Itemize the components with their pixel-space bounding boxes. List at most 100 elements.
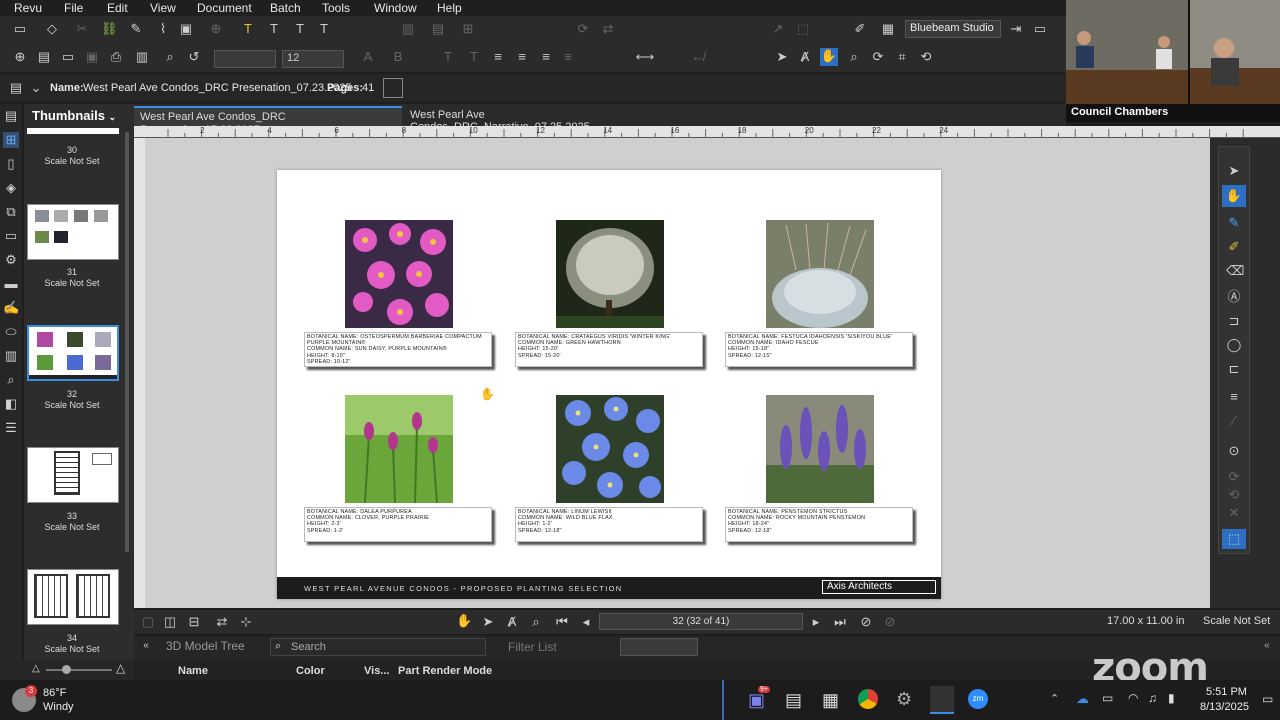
spaces-icon[interactable]: ⬭: [3, 324, 19, 340]
callout-icon[interactable]: T: [316, 21, 332, 37]
clock-date[interactable]: 8/13/2025: [1200, 701, 1249, 713]
menu-window[interactable]: Window: [374, 1, 417, 15]
list-icon[interactable]: ☰: [3, 420, 19, 436]
chart-icon[interactable]: ▦: [880, 21, 896, 37]
refresh-icon[interactable]: ⟳: [870, 49, 886, 65]
markups-list-icon[interactable]: ▥: [3, 348, 19, 364]
sync-icon[interactable]: ⇄: [214, 614, 230, 630]
tray-chevron-icon[interactable]: ⌃: [1050, 692, 1059, 705]
studio-dropdown[interactable]: Bluebeam Studio: [905, 20, 1001, 38]
chrome-icon[interactable]: [858, 689, 878, 709]
properties-icon[interactable]: ◧: [3, 396, 19, 412]
redo-tool-icon[interactable]: ⟲: [1226, 487, 1242, 503]
crop-icon[interactable]: ⌗: [894, 49, 910, 65]
line-style-icon[interactable]: ⟷: [622, 49, 668, 65]
menu-tools[interactable]: Tools: [322, 1, 350, 15]
highlight-text-icon[interactable]: T: [240, 21, 256, 37]
tab-presentation[interactable]: West Pearl Ave Condos_DRC Presenation_07…: [134, 106, 402, 136]
calculator-icon[interactable]: ▦: [822, 690, 839, 711]
tab-narrative[interactable]: West Pearl Ave Condos_DRC_Narrative_07.2…: [404, 106, 644, 133]
column-render-mode[interactable]: Part Render Mode: [398, 665, 492, 677]
volume-icon[interactable]: ♫: [1148, 691, 1157, 705]
share-icon[interactable]: ▭: [1032, 21, 1048, 37]
shape-icon[interactable]: ◇: [44, 21, 60, 37]
split-horizontal-icon[interactable]: ⊟: [186, 614, 202, 630]
select-icon[interactable]: ➤: [774, 49, 790, 65]
zoom-icon[interactable]: ⌕: [846, 49, 862, 65]
measure-icon[interactable]: ↗: [770, 21, 786, 37]
font-size-select[interactable]: 12: [282, 50, 344, 68]
wifi-icon[interactable]: ◠: [1128, 691, 1138, 705]
color-swatch[interactable]: [383, 78, 403, 98]
note-tool-icon[interactable]: ⊏: [1226, 361, 1242, 377]
settings-gear-icon[interactable]: ⚙: [896, 689, 912, 710]
pen-tool-icon[interactable]: ✎: [1226, 215, 1242, 231]
rotate-tool-icon[interactable]: ⟳: [1226, 469, 1242, 485]
text-icon[interactable]: T: [266, 21, 282, 37]
menu-view[interactable]: View: [150, 1, 176, 15]
menu-batch[interactable]: Batch: [270, 1, 301, 15]
file-explorer-icon[interactable]: ▤: [785, 690, 802, 711]
save-as-icon[interactable]: ▣: [84, 49, 100, 65]
thumbnails-icon[interactable]: ⊞: [3, 132, 19, 148]
font-color-icon[interactable]: A: [360, 49, 376, 65]
network-icon[interactable]: ▭: [1102, 691, 1113, 705]
measurements-icon[interactable]: ▬: [3, 276, 19, 292]
pan-hand-icon[interactable]: ✋: [820, 48, 838, 66]
tools-icon[interactable]: ▤: [3, 108, 19, 124]
teams-icon[interactable]: ▣: [748, 690, 765, 711]
column-name[interactable]: Name: [178, 665, 208, 677]
line-end-icon[interactable]: ↚: [680, 49, 716, 65]
column-visibility[interactable]: Vis...: [364, 665, 389, 677]
eraser-icon[interactable]: ⌫: [1226, 263, 1244, 279]
thumbnail-33-image[interactable]: [27, 447, 119, 503]
align-icon[interactable]: ▥: [400, 21, 416, 37]
previous-view-icon[interactable]: ⊘: [858, 614, 874, 630]
line-weight-icon[interactable]: ≡: [1226, 389, 1242, 405]
snap-icon[interactable]: ⊹: [238, 614, 254, 630]
thumbnail-34-image[interactable]: [27, 569, 119, 625]
select-status-icon[interactable]: ➤: [480, 614, 496, 630]
distribute-icon[interactable]: ▤: [430, 21, 446, 37]
stamp-icon[interactable]: ⊕: [208, 21, 224, 37]
settings-icon[interactable]: ⚙: [3, 252, 19, 268]
bluebeam-icon[interactable]: [930, 686, 954, 714]
onedrive-icon[interactable]: ☁: [1076, 691, 1089, 707]
image-icon[interactable]: ▣: [178, 21, 194, 37]
pointer-icon[interactable]: ➤: [1226, 163, 1242, 179]
zoom-status-icon[interactable]: ⌕: [528, 614, 544, 630]
save-icon[interactable]: ▤: [36, 49, 52, 65]
layers-icon[interactable]: ◈: [3, 180, 19, 196]
rotate-icon[interactable]: ⟳: [575, 21, 591, 37]
menu-file[interactable]: File: [64, 1, 83, 15]
notification-icon[interactable]: ▭: [1262, 692, 1273, 706]
strike-icon[interactable]: T: [466, 49, 482, 65]
pan-status-icon[interactable]: ✋: [456, 613, 472, 629]
align-left-icon[interactable]: ≡: [490, 49, 506, 65]
snapshot-icon[interactable]: ⟲: [918, 49, 934, 65]
collapse-left-icon[interactable]: «: [138, 638, 154, 654]
sets-icon[interactable]: ▭: [3, 228, 19, 244]
clock-time[interactable]: 5:51 PM: [1206, 686, 1247, 698]
menu-help[interactable]: Help: [437, 1, 462, 15]
link-icon[interactable]: ⛓: [101, 21, 118, 37]
ellipse-tool-icon[interactable]: ◯: [1226, 337, 1242, 353]
zoom-app-icon[interactable]: zm: [968, 689, 988, 709]
open-folder-icon[interactable]: ▭: [60, 49, 76, 65]
cut-icon[interactable]: ✂: [74, 21, 90, 37]
print-icon[interactable]: ⎙: [108, 49, 124, 65]
select-text-icon[interactable]: Ⱥ: [797, 49, 813, 65]
thumbnail-scrollbar[interactable]: [125, 132, 129, 552]
lasso-icon[interactable]: ↺: [186, 49, 202, 65]
split-vertical-icon[interactable]: ◫: [162, 614, 178, 630]
close-tool-icon[interactable]: ✕: [1226, 505, 1242, 521]
first-page-icon[interactable]: ⏮: [554, 614, 570, 630]
text-style-icon[interactable]: T: [440, 49, 456, 65]
menu-revu[interactable]: Revu: [14, 1, 42, 15]
area-icon[interactable]: ⬚: [795, 21, 811, 37]
next-page-icon[interactable]: ▸: [808, 614, 824, 630]
thumbnail-31-image[interactable]: [27, 204, 119, 260]
highlighter-icon[interactable]: ✐: [1226, 239, 1242, 255]
bookmarks-icon[interactable]: ▯: [3, 156, 19, 172]
column-color[interactable]: Color: [296, 665, 325, 677]
